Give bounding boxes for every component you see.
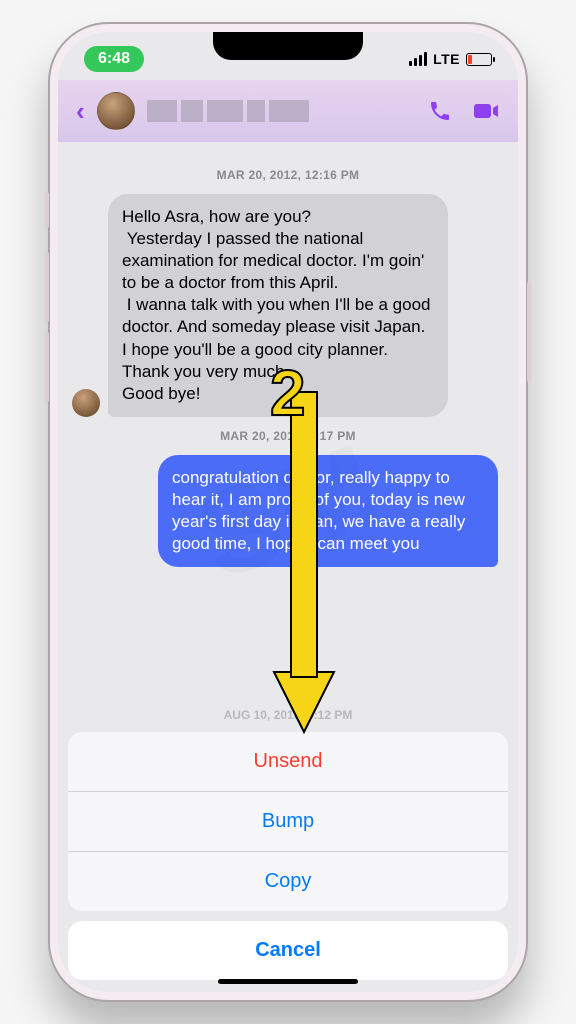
home-indicator[interactable] <box>218 979 358 984</box>
signal-icon <box>409 52 427 66</box>
battery-icon <box>466 53 492 66</box>
back-button[interactable]: ‹ <box>76 96 85 127</box>
message-row-sent: congratulation doctor, really happy to h… <box>72 455 504 567</box>
time-pill[interactable]: 6:48 <box>84 46 144 72</box>
power-button <box>527 282 531 382</box>
sender-avatar[interactable] <box>72 389 100 417</box>
contact-name-redacted <box>147 100 416 122</box>
volume-down <box>45 332 49 402</box>
message-bubble-received[interactable]: Hello Asra, how are you? Yesterday I pas… <box>108 194 448 417</box>
message-row-received: Hello Asra, how are you? Yesterday I pas… <box>72 194 504 417</box>
timestamp-dim: AUG 10, 2013, 5:12 PM <box>58 708 518 722</box>
message-bubble-sent[interactable]: congratulation doctor, really happy to h… <box>158 455 498 567</box>
copy-button[interactable]: Copy <box>68 852 508 911</box>
screen: SM 6:48 LTE ‹ <box>58 32 518 992</box>
bump-button[interactable]: Bump <box>68 792 508 852</box>
voice-call-icon[interactable] <box>428 99 452 123</box>
network-label: LTE <box>433 51 460 67</box>
phone-frame: SM 6:48 LTE ‹ <box>48 22 528 1002</box>
action-sheet: Unsend Bump Copy Cancel <box>58 732 518 992</box>
chat-header: ‹ <box>58 80 518 142</box>
notch <box>213 32 363 60</box>
timestamp: MAR 20, 2012, 12:16 PM <box>72 168 504 182</box>
contact-avatar[interactable] <box>97 92 135 130</box>
silent-switch <box>45 192 49 228</box>
unsend-button[interactable]: Unsend <box>68 732 508 792</box>
volume-up <box>45 252 49 322</box>
video-call-icon[interactable] <box>472 99 500 123</box>
cancel-button[interactable]: Cancel <box>68 921 508 980</box>
timestamp: MAR 20, 2012, 1:17 PM <box>72 429 504 443</box>
